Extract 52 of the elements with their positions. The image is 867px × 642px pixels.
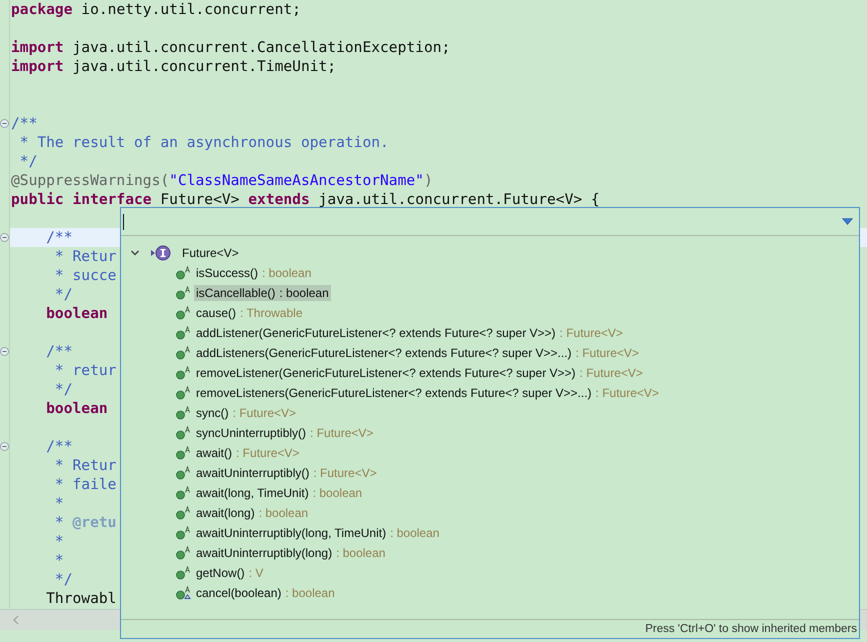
- method-item[interactable]: awaitUninterruptibly(long) : boolean: [194, 545, 388, 561]
- code-line: * retur: [54, 361, 116, 380]
- interface-icon: [150, 245, 172, 261]
- code-line: *: [54, 551, 64, 570]
- code-line: * @retu: [54, 513, 116, 532]
- code-line: /**: [11, 114, 38, 133]
- code-line: /**: [45, 228, 73, 247]
- code-line: * Retur: [54, 456, 116, 475]
- code-line: *: [54, 532, 64, 551]
- method-item[interactable]: removeListeners(GenericFutureListener<? extends Future<? super V>>...) : Future<V>: [194, 385, 661, 401]
- method-item[interactable]: isCancellable() : boolean: [194, 285, 331, 301]
- method-item[interactable]: cancel(boolean) : boolean: [194, 585, 337, 601]
- method-item[interactable]: syncUninterruptibly() : Future<V>: [194, 425, 376, 441]
- code-line: * Retur: [54, 247, 116, 266]
- method-item[interactable]: getNow() : V: [194, 565, 266, 581]
- method-item[interactable]: addListener(GenericFutureListener<? extends Future<? super V>>) : Future<V>: [194, 325, 625, 341]
- code-line: boolean: [45, 399, 108, 418]
- code-line: public interface Future<V> extends java.util.concurrent.Future<V> {: [11, 190, 600, 209]
- code-line: import java.util.concurrent.CancellationException;: [11, 38, 450, 57]
- status-hint: Press 'Ctrl+O' to show inherited members: [645, 623, 857, 635]
- code-line: package io.netty.util.concurrent;: [11, 0, 301, 19]
- method-item[interactable]: addListeners(GenericFutureListener<? extends Future<? super V>>...) : Future<V>: [194, 345, 641, 361]
- method-item[interactable]: awaitUninterruptibly() : Future<V>: [194, 465, 379, 481]
- method-item[interactable]: awaitUninterruptibly(long, TimeUnit) : boolean: [194, 525, 442, 541]
- code-line: */: [54, 285, 73, 304]
- code-line: Throwabl: [45, 589, 116, 608]
- method-item[interactable]: cause() : Throwable: [194, 305, 304, 321]
- method-item[interactable]: await() : Future<V>: [194, 445, 302, 461]
- method-item[interactable]: await(long) : boolean: [194, 505, 310, 521]
- code-line: * faile: [54, 475, 116, 494]
- collapse-icon[interactable]: [0, 233, 9, 242]
- expanded-chevron-icon[interactable]: [130, 248, 140, 258]
- code-line: *: [54, 494, 64, 513]
- code-line: */: [18, 152, 38, 171]
- code-line: * succe: [54, 266, 116, 285]
- code-line: import java.util.concurrent.TimeUnit;: [11, 57, 336, 76]
- collapse-icon[interactable]: [0, 442, 9, 451]
- code-line: @SuppressWarnings("ClassNameSameAsAncestorName"): [11, 171, 433, 190]
- view-menu-icon[interactable]: [842, 218, 853, 225]
- method-item[interactable]: isSuccess() : boolean: [194, 265, 314, 281]
- tree-item[interactable]: Future<V>: [182, 246, 239, 260]
- code-line: boolean: [45, 304, 108, 323]
- collapse-icon[interactable]: [0, 119, 9, 128]
- code-line: * The result of an asynchronous operation.: [18, 133, 389, 152]
- method-item[interactable]: removeListener(GenericFutureListener<? extends Future<? super V>>) : Future<V>: [194, 365, 645, 381]
- code-line: /**: [45, 437, 73, 456]
- collapse-icon[interactable]: [0, 347, 9, 356]
- code-line: /**: [45, 342, 73, 361]
- method-item[interactable]: await(long, TimeUnit) : boolean: [194, 485, 364, 501]
- code-line: */: [54, 380, 73, 399]
- code-line: */: [54, 570, 73, 589]
- method-item[interactable]: sync() : Future<V>: [194, 405, 298, 421]
